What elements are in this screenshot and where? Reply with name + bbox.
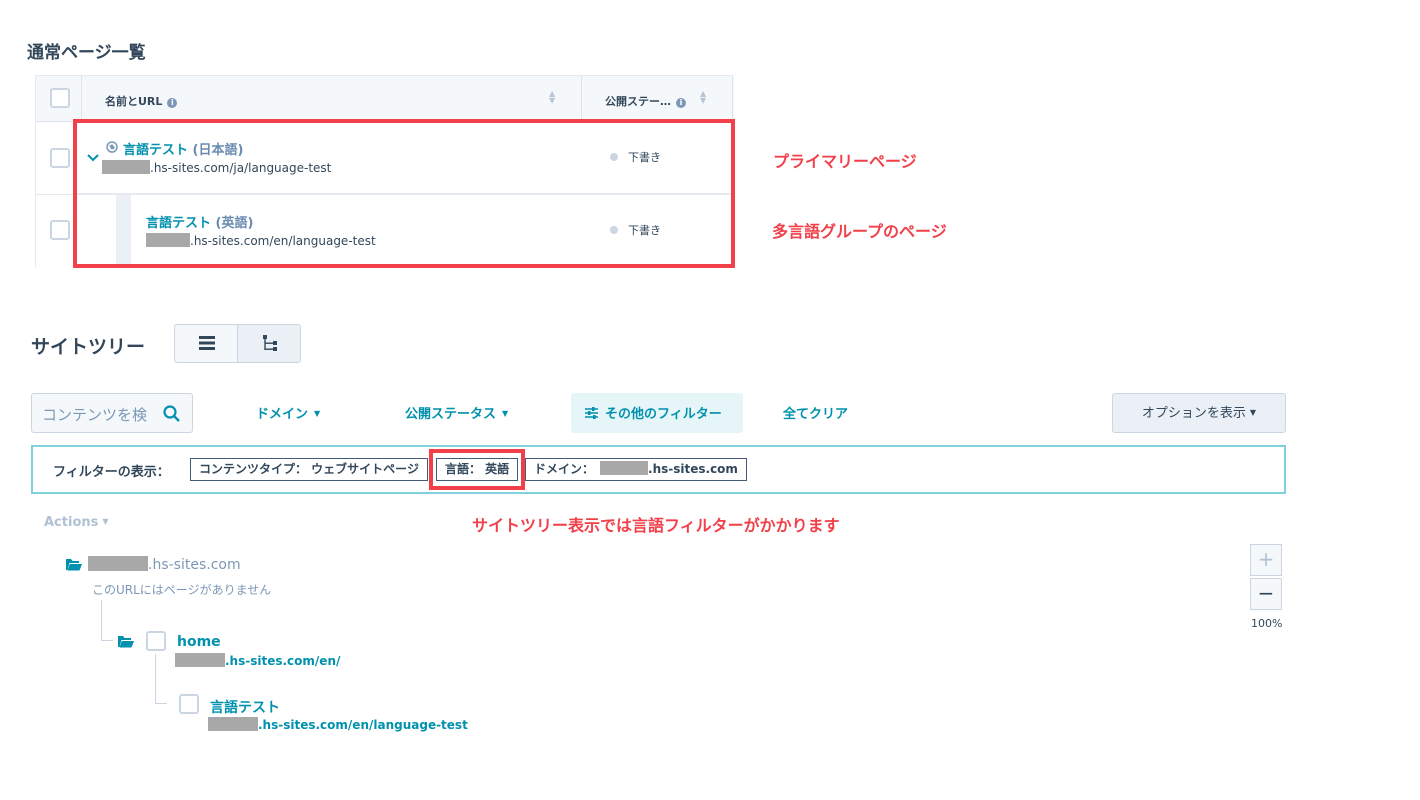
active-filters-label: フィルターの表示： bbox=[53, 465, 170, 480]
tree-node-language-test-url-text: .hs-sites.com/en/language-test bbox=[258, 718, 468, 732]
caret-down-icon: ▼ bbox=[1249, 408, 1257, 417]
column-header-name[interactable]: 名前とURL i bbox=[105, 93, 178, 109]
tree-node-home-url[interactable]: .hs-sites.com/en/ bbox=[175, 653, 340, 668]
zoom-out-button[interactable]: − bbox=[1250, 578, 1282, 610]
info-icon[interactable]: i bbox=[167, 98, 178, 108]
zoom-level: 100% bbox=[1251, 617, 1283, 630]
tree-root-domain-text: .hs-sites.com bbox=[148, 557, 241, 573]
page-list-title: 通常ページ一覧 bbox=[27, 43, 146, 63]
filter-chip-domain-value: .hs-sites.com bbox=[648, 462, 738, 476]
tree-connector bbox=[101, 600, 102, 640]
zoom-in-button[interactable]: + bbox=[1250, 544, 1282, 576]
domain-filter-dropdown[interactable]: ドメイン ▼ bbox=[256, 403, 320, 422]
sort-icon[interactable]: ▲ ▼ bbox=[549, 90, 555, 105]
highlight-box bbox=[429, 449, 525, 490]
caret-down-icon: ▼ bbox=[502, 409, 509, 418]
tree-node-language-test[interactable]: 言語テスト bbox=[210, 697, 280, 717]
sort-icon[interactable]: ▲ ▼ bbox=[700, 90, 706, 105]
tree-connector bbox=[101, 640, 113, 641]
tree-connector bbox=[155, 703, 167, 704]
show-options-button[interactable]: オプションを表示 ▼ bbox=[1112, 393, 1286, 433]
annotation-primary: プライマリーページ bbox=[773, 152, 917, 171]
filter-chip-domain[interactable]: ドメイン： .hs-sites.com bbox=[525, 458, 747, 481]
select-all-checkbox[interactable] bbox=[50, 88, 70, 108]
tree-node-checkbox[interactable] bbox=[146, 631, 166, 651]
header-divider bbox=[81, 76, 82, 122]
header-divider bbox=[732, 76, 733, 122]
caret-down-icon: ▼ bbox=[102, 517, 109, 526]
tree-node-home-url-text: .hs-sites.com/en/ bbox=[225, 654, 341, 668]
info-icon[interactable]: i bbox=[676, 98, 686, 108]
folder-open-icon bbox=[118, 636, 134, 648]
row-checkbox[interactable] bbox=[50, 220, 70, 240]
other-filters-button[interactable]: その他のフィルター bbox=[571, 393, 743, 433]
tree-node-language-test-url[interactable]: .hs-sites.com/en/language-test bbox=[208, 717, 468, 732]
column-header-status[interactable]: 公開ステー… i bbox=[605, 93, 686, 109]
domain-filter-label: ドメイン bbox=[256, 407, 309, 422]
tree-root-note: このURLにはページがありません bbox=[92, 583, 272, 597]
actions-label: Actions bbox=[44, 515, 99, 530]
status-filter-dropdown[interactable]: 公開ステータス ▼ bbox=[405, 403, 508, 422]
redacted-domain bbox=[208, 717, 258, 731]
redacted-domain bbox=[175, 653, 225, 667]
row-divider bbox=[77, 193, 731, 194]
tree-view-button[interactable] bbox=[237, 324, 301, 363]
other-filters-label: その他のフィルター bbox=[605, 407, 722, 422]
search-input[interactable]: コンテンツを検 bbox=[42, 404, 154, 425]
header-divider bbox=[581, 76, 582, 122]
caret-down-icon: ▼ bbox=[314, 409, 321, 418]
tree-connector bbox=[155, 654, 156, 703]
clear-all-link[interactable]: 全てクリア bbox=[783, 403, 848, 422]
redacted-domain bbox=[88, 556, 148, 571]
list-view-button[interactable] bbox=[174, 324, 238, 363]
actions-dropdown[interactable]: Actions ▼ bbox=[44, 515, 109, 530]
sliders-icon bbox=[585, 407, 598, 419]
annotation-language-filter: サイトツリー表示では言語フィルターがかかります bbox=[472, 516, 840, 535]
list-icon bbox=[199, 336, 215, 350]
redacted-domain bbox=[600, 461, 649, 475]
column-header-status-label: 公開ステー… bbox=[605, 95, 671, 108]
tree-root-domain[interactable]: .hs-sites.com bbox=[88, 556, 241, 573]
site-tree-title: サイトツリー bbox=[31, 336, 146, 358]
filter-chip-domain-label: ドメイン： bbox=[534, 462, 595, 476]
content-search[interactable]: コンテンツを検 bbox=[31, 393, 193, 433]
row-checkbox[interactable] bbox=[50, 148, 70, 168]
tree-node-checkbox[interactable] bbox=[179, 694, 199, 714]
tree-node-home[interactable]: home bbox=[177, 634, 221, 650]
filter-chip-content-type[interactable]: コンテンツタイプ： ウェブサイトページ bbox=[190, 458, 428, 481]
status-filter-label: 公開ステータス bbox=[405, 407, 497, 422]
search-icon[interactable] bbox=[163, 405, 180, 422]
table-header: 名前とURL i ▲ ▼ 公開ステー… i ▲ ▼ bbox=[36, 76, 734, 122]
show-options-label: オプションを表示 bbox=[1141, 406, 1246, 421]
tree-icon bbox=[263, 335, 277, 351]
column-header-name-label: 名前とURL bbox=[105, 95, 163, 108]
folder-open-icon bbox=[66, 559, 82, 571]
annotation-group: 多言語グループのページ bbox=[772, 222, 947, 241]
